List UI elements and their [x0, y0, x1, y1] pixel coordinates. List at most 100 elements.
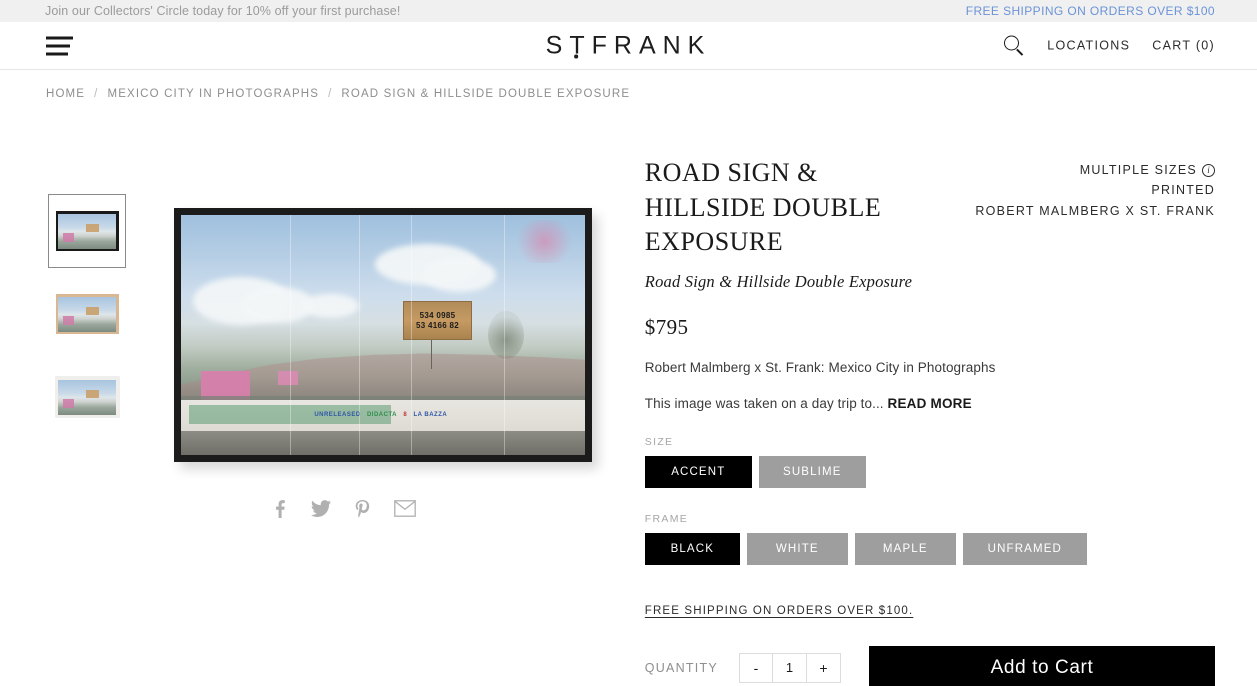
quantity-increment-button[interactable]: + [807, 652, 841, 683]
size-option-sublime[interactable]: SUBLIME [758, 455, 866, 488]
frame-option-row: BLACK WHITE MAPLE UNFRAMED [644, 532, 1215, 565]
cloud [423, 258, 497, 292]
search-icon[interactable] [1004, 35, 1025, 56]
page-title: ROAD SIGN & HILLSIDE DOUBLE EXPOSURE [644, 158, 882, 257]
exposure-streak [358, 215, 360, 455]
nav-cart-link[interactable]: CART (0) [1152, 39, 1215, 53]
billboard-sign: 534 0985 53 4166 82 [403, 301, 472, 340]
artist-label: ROBERT MALMBERG X ST. FRANK [975, 203, 1215, 218]
frame-option-black[interactable]: BLACK [644, 532, 740, 565]
frame-option-label: FRAME [644, 512, 689, 525]
logo-s: S [545, 31, 570, 59]
thumbnail-white-frame[interactable] [48, 360, 126, 434]
graffiti-word-3: 8 [403, 412, 408, 419]
product-price: $795 [644, 314, 689, 339]
promo-bar: Join our Collectors' Circle today for 10… [0, 0, 1257, 22]
quantity-input[interactable]: 1 [773, 652, 807, 683]
sign-line-2: 53 4166 82 [416, 320, 460, 330]
info-icon[interactable]: i [1202, 163, 1215, 177]
breadcrumb-separator: / [94, 88, 99, 100]
thumbnail-black-frame[interactable] [48, 194, 126, 268]
site-logo[interactable]: S T FRANK [546, 31, 712, 60]
road [181, 431, 585, 455]
product-info: ROAD SIGN & HILLSIDE DOUBLE EXPOSURE MUL… [641, 100, 1215, 686]
hero-image-wrapper: 534 0985 53 4166 82 UNRELEASED DIDACTA 8… [174, 100, 641, 462]
size-option-label: SIZE [644, 435, 674, 448]
header-nav: LOCATIONS CART (0) [1004, 35, 1215, 56]
graffiti-word-2: DIDACTA [366, 412, 398, 419]
quantity-label: QUANTITY [644, 660, 718, 675]
search-icon-handle [1016, 48, 1024, 56]
graffiti-text: UNRELEASED DIDACTA 8 LA BAZZA [314, 402, 524, 428]
pinterest-share-icon[interactable] [355, 500, 370, 519]
printed-label: PRINTED [1151, 183, 1215, 198]
thumbnail-art [55, 294, 119, 334]
quantity-stepper: - 1 + [739, 652, 841, 683]
frame-option-white[interactable]: WHITE [746, 532, 848, 565]
graffiti-word-1: UNRELEASED [314, 412, 361, 419]
multiple-sizes-row: MULTIPLE SIZES i [975, 160, 1215, 180]
add-to-cart-button[interactable]: Add to Cart [869, 645, 1215, 686]
lens-flare [512, 219, 577, 263]
thumbnail-maple-frame[interactable] [48, 277, 126, 351]
description-teaser: This image was taken on a day trip to... [644, 395, 884, 411]
product-gallery: 534 0985 53 4166 82 UNRELEASED DIDACTA 8… [46, 100, 641, 686]
hero-product-image[interactable]: 534 0985 53 4166 82 UNRELEASED DIDACTA 8… [174, 208, 592, 462]
quantity-decrement-button[interactable]: - [739, 652, 773, 683]
free-shipping-promo-link[interactable]: FREE SHIPPING ON ORDERS OVER $100 [966, 4, 1215, 18]
frame-option-maple[interactable]: MAPLE [854, 532, 956, 565]
product-subtitle: Road Sign & Hillside Double Exposure [644, 271, 913, 291]
social-share-bar [46, 500, 641, 519]
cloud [302, 294, 359, 319]
logo-period-dot [574, 54, 578, 58]
graffiti-word-4: LA BAZZA [413, 412, 448, 419]
thumbnail-art [55, 377, 119, 417]
title-row: ROAD SIGN & HILLSIDE DOUBLE EXPOSURE MUL… [645, 100, 1215, 260]
tree [488, 311, 525, 359]
breadcrumb-separator: / [328, 88, 333, 100]
free-shipping-link[interactable]: FREE SHIPPING ON ORDERS OVER $100. [645, 605, 914, 617]
multiple-sizes-label: MULTIPLE SIZES [1079, 163, 1197, 177]
thumbnail-art [55, 211, 119, 251]
breadcrumb: HOME / MEXICO CITY IN PHOTOGRAPHS / ROAD… [0, 70, 1257, 100]
logo-t-stylized: T [569, 31, 591, 60]
size-option-row: ACCENT SUBLIME [644, 455, 1215, 488]
breadcrumb-item-current: ROAD SIGN & HILLSIDE DOUBLE EXPOSURE [341, 88, 631, 100]
breadcrumb-item-collection[interactable]: MEXICO CITY IN PHOTOGRAPHS [107, 88, 319, 100]
logo-t: T [569, 31, 592, 59]
sign-line-1: 534 0985 [419, 310, 456, 320]
thumbnail-photo [58, 296, 116, 332]
exposure-streak [504, 215, 506, 455]
pink-building-small [277, 371, 299, 386]
logo-frank: FRANK [591, 31, 712, 59]
product-meta: MULTIPLE SIZES i PRINTED ROBERT MALMBERG… [975, 156, 1215, 260]
thumbnail-photo [58, 213, 116, 249]
hamburger-line-1 [46, 36, 73, 39]
thumbnail-frame-black [55, 211, 119, 251]
product-page-main: 534 0985 53 4166 82 UNRELEASED DIDACTA 8… [0, 100, 1257, 686]
size-option-accent[interactable]: ACCENT [644, 455, 752, 488]
hero-photo: 534 0985 53 4166 82 UNRELEASED DIDACTA 8… [181, 215, 585, 455]
hamburger-line-3 [46, 52, 68, 55]
thumbnail-photo [58, 379, 116, 415]
thumbnail-frame-white [55, 377, 119, 417]
exposure-streak [290, 215, 292, 455]
product-description: This image was taken on a day trip to...… [645, 396, 1215, 411]
sign-pole [431, 339, 433, 369]
email-share-icon[interactable] [394, 500, 416, 519]
read-more-link[interactable]: READ MORE [888, 396, 972, 411]
hamburger-line-2 [46, 44, 70, 47]
hamburger-icon[interactable] [46, 36, 73, 55]
facebook-share-icon[interactable] [271, 500, 287, 519]
thumbnail-frame-maple [55, 294, 119, 334]
nav-locations-link[interactable]: LOCATIONS [1047, 39, 1130, 53]
product-collection: Robert Malmberg x St. Frank: Mexico City… [644, 359, 996, 375]
exposure-streak [411, 215, 413, 455]
site-header: S T FRANK LOCATIONS CART (0) [0, 22, 1257, 70]
twitter-share-icon[interactable] [310, 500, 331, 519]
breadcrumb-item-home[interactable]: HOME [46, 88, 85, 100]
cart-row: QUANTITY - 1 + Add to Cart [644, 645, 1215, 686]
frame-option-unframed[interactable]: UNFRAMED [962, 532, 1087, 565]
promo-message: Join our Collectors' Circle today for 10… [45, 4, 401, 18]
thumbnail-list [48, 194, 126, 434]
